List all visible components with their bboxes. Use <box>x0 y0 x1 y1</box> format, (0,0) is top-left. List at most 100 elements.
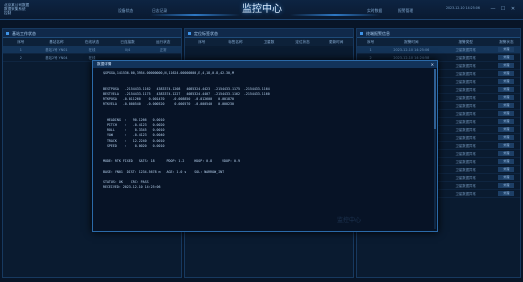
table-cell: 处理 <box>493 94 520 101</box>
table-cell: 卫星数据异常 <box>455 160 476 164</box>
table-cell: 卫星数据异常 <box>455 56 476 60</box>
column-header: 已连接数 <box>120 39 135 44</box>
column-header: 在线状态 <box>84 39 100 44</box>
table-cell: 处理 <box>493 166 520 173</box>
brand-block: 北京某公司数据 数据采集系统 控制 <box>4 3 29 15</box>
table-cell: 基站2号 YN04 <box>45 56 68 60</box>
status-button[interactable]: 处理 <box>498 46 515 52</box>
panel-title: 终端报警信息 <box>366 31 390 36</box>
table-cell: 卫星数据异常 <box>455 128 476 132</box>
status-button[interactable]: 处理 <box>498 110 515 116</box>
table-cell: 卫星数据异常 <box>455 72 476 76</box>
table-cell: 处理 <box>493 78 520 85</box>
status-button[interactable]: 处理 <box>498 158 515 164</box>
table-cell: 卫星数据异常 <box>455 176 476 180</box>
scrollbar-thumb[interactable] <box>434 69 436 129</box>
table-cell: 卫星数据异常 <box>455 104 476 108</box>
table-cell: 处理 <box>493 134 520 141</box>
panel-marker-icon <box>188 32 191 35</box>
dialog-close-icon[interactable]: ✕ <box>431 61 434 68</box>
column-header: 基站名称 <box>49 39 64 44</box>
table-cell: 0/4 <box>124 47 131 52</box>
table-cell: 基站1号 YN01 <box>45 48 68 52</box>
table-cell: 2023-12-10 14:24:58 <box>393 55 430 60</box>
table-header: 序号 报警时间 报警类型 报警状态 <box>357 38 520 46</box>
table-cell: 处理 <box>493 62 520 69</box>
status-button[interactable]: 处理 <box>498 54 515 60</box>
table-header: 序号 基站名称 在线状态 已连接数 运行状态 <box>3 38 181 46</box>
table-cell: 处理 <box>493 46 520 53</box>
table-cell: 处理 <box>493 126 520 133</box>
table-cell: 卫星数据异常 <box>455 96 476 100</box>
status-button[interactable]: 处理 <box>498 134 515 140</box>
column-header: 卫星数 <box>263 39 275 44</box>
status-button[interactable]: 处理 <box>498 174 515 180</box>
column-header: 标签名称 <box>228 39 243 44</box>
status-button[interactable]: 处理 <box>498 182 515 188</box>
column-header: 报警时间 <box>404 39 419 44</box>
status-button[interactable]: 处理 <box>498 78 515 84</box>
status-button[interactable]: 处理 <box>498 94 515 100</box>
table-cell: 卫星数据异常 <box>455 152 476 156</box>
column-header: 更新时间 <box>328 39 344 44</box>
table-cell: 2023-12-10 14:25:06 <box>393 47 430 52</box>
status-button[interactable]: 处理 <box>498 166 515 172</box>
nav-realtime-data[interactable]: 实时数据 <box>367 8 382 14</box>
dialog-header: 数据详情 ✕ <box>93 61 437 68</box>
column-header: 报警状态 <box>499 39 514 44</box>
table-cell: 在线 <box>88 48 96 52</box>
status-button[interactable]: 处理 <box>498 126 515 132</box>
status-button[interactable]: 处理 <box>498 142 515 148</box>
brand-line-3: 控制 <box>4 11 12 15</box>
table-cell: 卫星数据异常 <box>455 48 476 52</box>
panel-header: 定位标签状态 <box>185 29 353 38</box>
panel-title: 基站工作状态 <box>12 31 36 36</box>
nav-alarm-management[interactable]: 报警管理 <box>398 8 413 14</box>
status-button[interactable]: 处理 <box>498 70 515 76</box>
watermark-text: 监控中心 <box>337 217 362 224</box>
table-cell: 卫星数据异常 <box>455 168 476 172</box>
table-cell: 卫星数据异常 <box>455 184 476 188</box>
status-button[interactable]: 处理 <box>498 150 515 156</box>
maximize-icon[interactable]: ☐ <box>500 6 506 12</box>
dialog-scrollbar[interactable] <box>434 69 436 229</box>
nav-device-status[interactable]: 设备状态 <box>118 8 133 14</box>
panel-header: 终端报警信息 <box>357 29 520 38</box>
table-cell: 卫星数据异常 <box>455 120 476 124</box>
title-decoration-right <box>290 14 380 16</box>
status-button[interactable]: 处理 <box>498 86 515 92</box>
column-header: 序号 <box>198 39 206 44</box>
minimize-icon[interactable]: — <box>490 6 496 12</box>
table-cell: 处理 <box>493 54 520 61</box>
table-cell: 处理 <box>493 142 520 149</box>
table-cell: 卫星数据异常 <box>455 144 476 148</box>
table-cell: 1 <box>369 47 372 52</box>
status-button[interactable]: 处理 <box>498 190 515 196</box>
status-button[interactable]: 处理 <box>498 62 515 68</box>
column-header: 运行状态 <box>155 39 171 44</box>
table-cell: 卫星数据异常 <box>455 64 476 68</box>
table-cell: 卫星数据异常 <box>455 80 476 84</box>
table-cell: 处理 <box>493 150 520 157</box>
status-button[interactable]: 处理 <box>498 118 515 124</box>
detail-dialog: 数据详情 ✕ $GPGGA,141536.00,3954.00000000,N,… <box>92 60 438 232</box>
table-cell: 处理 <box>493 86 520 93</box>
table-cell: 卫星数据异常 <box>455 88 476 92</box>
close-icon[interactable]: ✕ <box>510 6 516 12</box>
datetime-display: 2023-12-10 14:25:06 <box>446 6 480 10</box>
status-button[interactable]: 处理 <box>498 102 515 108</box>
table-cell: 卫星数据异常 <box>455 136 476 140</box>
table-cell: 处理 <box>493 110 520 117</box>
dialog-content: $GPGGA,141536.00,3954.00000000,N,11624.0… <box>93 68 437 194</box>
table-cell: 处理 <box>493 118 520 125</box>
panel-marker-icon <box>360 32 363 35</box>
top-bar: 北京某公司数据 数据采集系统 控制 设备状态 日志记录 监控中心 实时数据 报警… <box>0 0 523 20</box>
table-row[interactable]: 1 2023-12-10 14:25:06 卫星数据异常 处理 <box>357 46 520 54</box>
table-row[interactable]: 1 基站1号 YN01 在线 0/4 正常 <box>3 46 181 54</box>
column-header: 序号 <box>366 39 375 44</box>
panel-title: 定位标签状态 <box>194 31 218 36</box>
table-cell: 2 <box>369 55 372 60</box>
table-cell: 卫星数据异常 <box>455 192 476 196</box>
table-cell: 1 <box>19 47 22 52</box>
column-header: 定位状态 <box>295 39 310 44</box>
